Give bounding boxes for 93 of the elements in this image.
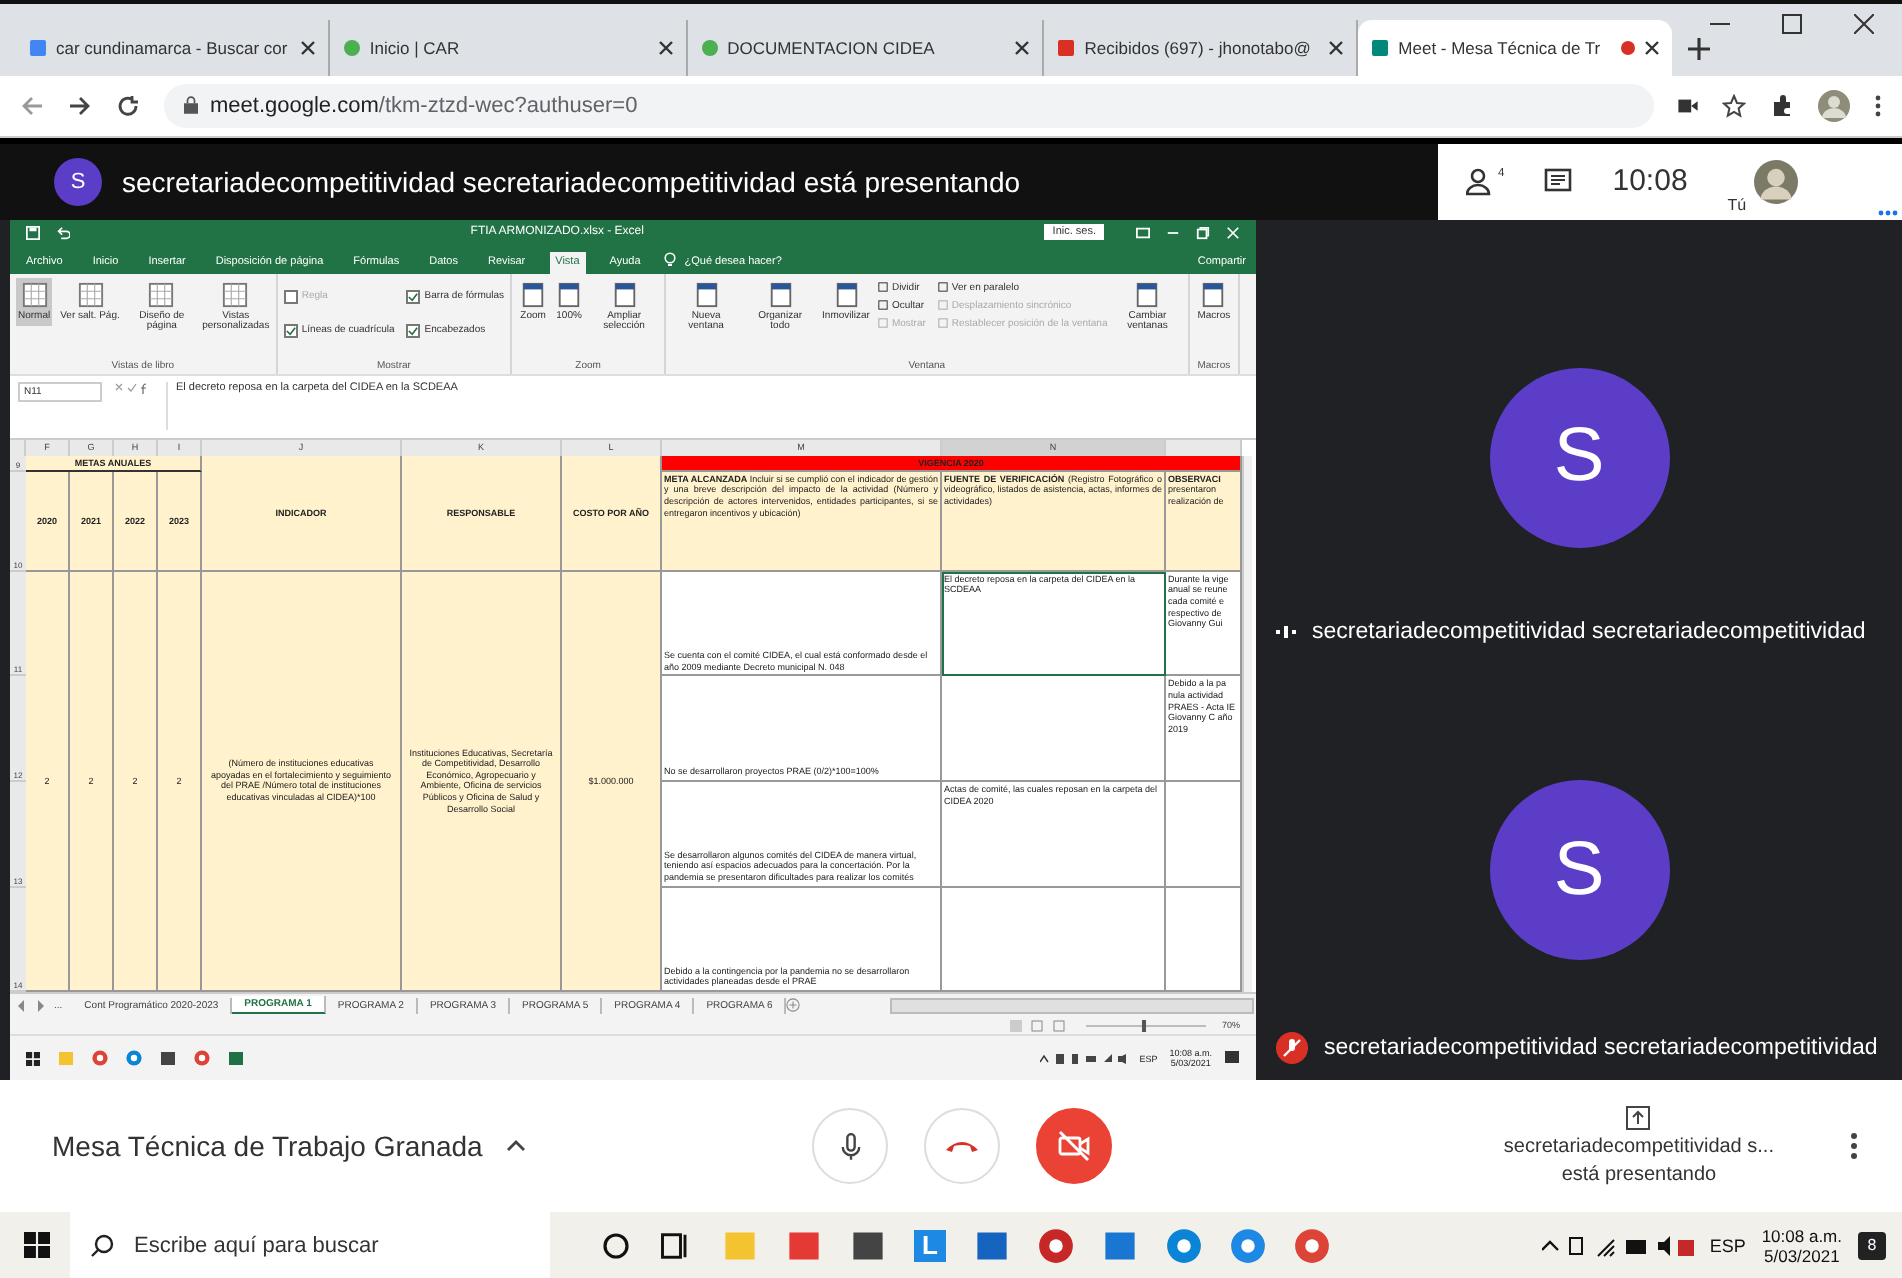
- site-icon: [28, 37, 48, 58]
- presenter-name: secretariadecompetitividad s...: [1503, 1136, 1774, 1159]
- save-icon[interactable]: [26, 225, 40, 240]
- close-icon[interactable]: [1328, 39, 1345, 56]
- language-indicator[interactable]: ESP: [1709, 1235, 1746, 1255]
- app-icon[interactable]: [786, 1227, 822, 1263]
- caret-icon[interactable]: [506, 1140, 527, 1153]
- scroll-right-icon[interactable]: [36, 999, 44, 1012]
- more-options-icon[interactable]: [1850, 1132, 1858, 1161]
- window-icon: [520, 281, 547, 308]
- microphone-icon: [839, 1131, 861, 1162]
- scrollbar[interactable]: [890, 997, 1255, 1014]
- window-icon: [767, 281, 794, 308]
- window-icon: [611, 281, 638, 308]
- phone-icon: [944, 1138, 980, 1155]
- search-field[interactable]: Escribe aquí para buscar: [70, 1212, 550, 1278]
- presenter-avatar: S: [54, 157, 102, 206]
- window-icon: [1134, 281, 1161, 308]
- leaf-icon: [699, 37, 720, 58]
- present-icon[interactable]: [1626, 1106, 1651, 1131]
- site-icon: [1056, 37, 1077, 58]
- new-tab-icon[interactable]: [1688, 37, 1711, 60]
- undo-icon[interactable]: [56, 225, 70, 240]
- self-avatar-icon: [1754, 159, 1799, 204]
- square-icon: [937, 282, 948, 293]
- close-icon[interactable]: [1014, 39, 1031, 56]
- search-icon: [90, 1233, 114, 1257]
- window-icon: [693, 281, 720, 308]
- maximize-icon[interactable]: [1782, 13, 1803, 34]
- close-icon[interactable]: [299, 39, 316, 56]
- star-icon[interactable]: [1722, 93, 1746, 118]
- forward-arrow-icon[interactable]: [68, 93, 92, 118]
- microphone-button[interactable]: [812, 1108, 888, 1185]
- lightbulb-icon: [664, 251, 677, 268]
- participant-name: secretariadecompetitividad secretariadecompetitividad: [1312, 619, 1866, 644]
- checkmark-icon: [408, 325, 419, 336]
- self-label: Tú: [1727, 195, 1747, 214]
- grid-layout-icon: [77, 281, 103, 308]
- chat-icon[interactable]: [1544, 167, 1573, 196]
- checkmark-icon: [408, 291, 419, 302]
- lock-icon: [184, 96, 198, 115]
- window-icon: [1200, 281, 1227, 308]
- leaf-icon: [341, 37, 362, 58]
- taskbar-clock[interactable]: 10:08 a.m. 5/03/2021: [1761, 1225, 1842, 1265]
- tray-icons[interactable]: [1039, 1051, 1128, 1066]
- camera-off-icon: [1056, 1130, 1092, 1163]
- reload-icon[interactable]: [116, 93, 140, 118]
- square-icon: [877, 282, 888, 293]
- close-icon[interactable]: [657, 39, 674, 56]
- window-icon: [556, 281, 583, 308]
- close-icon[interactable]: [1644, 39, 1661, 56]
- notification-button[interactable]: 8: [1858, 1231, 1886, 1259]
- meeting-clock: 10:08: [1612, 164, 1688, 199]
- notification-icon[interactable]: [1224, 1050, 1240, 1067]
- tray-icons[interactable]: [1541, 1233, 1694, 1257]
- ribbon-display-icon[interactable]: [1136, 225, 1150, 240]
- close-icon[interactable]: [1854, 13, 1875, 34]
- participant-avatar: S: [1489, 367, 1669, 548]
- square-icon: [937, 300, 948, 311]
- participant-name: secretariadecompetitividad secretariadecompetitividad: [1324, 1036, 1878, 1061]
- grid-layout-icon: [21, 281, 48, 308]
- menu-icon[interactable]: [1874, 93, 1882, 118]
- back-arrow-icon[interactable]: [20, 93, 44, 118]
- meeting-title[interactable]: Mesa Técnica de Trabajo Granada: [52, 1130, 483, 1163]
- cortana-ring-icon[interactable]: [602, 1231, 630, 1259]
- square-icon: [937, 318, 948, 329]
- grid-layout-icon: [148, 281, 175, 308]
- camera-button[interactable]: [1036, 1108, 1112, 1185]
- people-button[interactable]: 4: [1466, 167, 1505, 196]
- add-sheet-icon[interactable]: [786, 998, 801, 1013]
- window-icon: [833, 281, 859, 308]
- participant-avatar: S: [1489, 780, 1669, 961]
- address-field[interactable]: meet.google.com/tkm-ztzd-wec?authuser=0: [164, 83, 1654, 128]
- presenting-text: secretariadecompetitividad secretariadecompetitividad está presentando: [122, 165, 1021, 198]
- more-dots-icon: [1878, 209, 1898, 216]
- zoom-slider-icon[interactable]: [1085, 1019, 1206, 1032]
- avatar-icon[interactable]: [1818, 89, 1850, 122]
- site-icon: [1370, 37, 1391, 58]
- scroll-left-icon[interactable]: [18, 999, 26, 1012]
- presenting-status: está presentando: [1561, 1164, 1717, 1187]
- camera-icon[interactable]: [1678, 97, 1698, 114]
- grid-layout-icon: [222, 281, 249, 308]
- app-tile[interactable]: L: [914, 1229, 946, 1261]
- puzzle-icon[interactable]: [1770, 93, 1794, 118]
- restore-icon[interactable]: [1196, 225, 1210, 240]
- windows-icon[interactable]: [26, 1051, 40, 1066]
- square-icon: [877, 318, 888, 329]
- square-icon: [877, 300, 888, 311]
- scrollbar[interactable]: [1242, 455, 1252, 993]
- windows-icon[interactable]: [24, 1232, 50, 1258]
- table-cell: [1166, 781, 1242, 888]
- browser-tab[interactable]: Meet - Mesa Técnica de Tr: [1358, 19, 1673, 76]
- checkmark-icon: [285, 325, 296, 336]
